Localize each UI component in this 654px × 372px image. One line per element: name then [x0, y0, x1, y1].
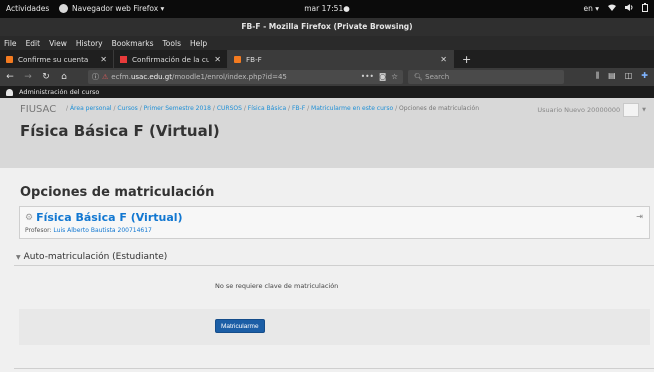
menu-bookmarks[interactable]: Bookmarks — [112, 39, 154, 48]
search-input[interactable]: 🔍︎ Search — [408, 70, 564, 84]
window-title: FB-F - Mozilla Firefox (Private Browsing… — [0, 18, 654, 36]
user-menu[interactable]: Usuario Nuevo 20000000 ▼ — [537, 103, 646, 117]
url-text: ecfm.usac.edu.gt/moodle1/enrol/index.php… — [111, 73, 287, 81]
user-menu-caret-icon[interactable]: ▼ — [642, 107, 646, 113]
forward-arrow-icon[interactable]: → — [22, 72, 34, 82]
search-placeholder: Search — [425, 73, 450, 81]
reload-icon[interactable]: ↻ — [40, 72, 52, 82]
url-bar[interactable]: ⓘ ⚠ ecfm.usac.edu.gt/moodle1/enrol/index… — [88, 70, 403, 84]
tab-title: FB-F — [246, 54, 262, 64]
menu-help[interactable]: Help — [190, 39, 207, 48]
navigation-toolbar: ← → ↻ ⌂ ⓘ ⚠ ecfm.usac.edu.gt/moodle1/enr… — [0, 68, 654, 86]
home-icon[interactable]: ⌂ — [58, 72, 70, 82]
page-header: FIUSAC / Área personal / Cursos / Primer… — [0, 98, 654, 168]
close-tab-icon[interactable]: ✕ — [440, 55, 447, 64]
breadcrumb: / Área personal / Cursos / Primer Semest… — [66, 105, 480, 112]
course-admin-bar[interactable]: Administración del curso — [0, 86, 654, 98]
user-name[interactable]: Usuario Nuevo 20000000 — [537, 106, 620, 114]
tab-confirmacion-cuenta[interactable]: Confirmación de la cuenta ✕ — [114, 50, 228, 68]
self-enrolment-section-toggle[interactable]: ▼ Auto-matriculación (Estudiante) — [16, 252, 167, 262]
mail-favicon-icon — [120, 55, 127, 63]
keyboard-layout-indicator[interactable]: en ▾ — [583, 4, 599, 13]
menu-edit[interactable]: Edit — [26, 39, 41, 48]
breadcrumb-link[interactable]: Matricularme en este curso — [311, 105, 393, 112]
no-key-message: No se requiere clave de matriculación — [215, 282, 339, 290]
main-content: Opciones de matriculación ⚙ Física Básic… — [0, 168, 654, 372]
site-info-icon[interactable]: ⓘ — [92, 72, 99, 82]
network-icon[interactable] — [608, 4, 616, 13]
back-arrow-icon[interactable]: ← — [4, 72, 16, 82]
breadcrumb-link[interactable]: Primer Semestre 2018 — [144, 105, 211, 112]
moodle-favicon-icon — [6, 55, 13, 63]
reader-view-icon[interactable]: ▤ — [608, 71, 616, 81]
breadcrumb-link[interactable]: CURSOS — [217, 105, 242, 112]
collapse-caret-icon[interactable]: ▼ — [16, 254, 21, 261]
breadcrumb-link[interactable]: Área personal — [70, 105, 112, 112]
tab-strip: Confirme su cuenta ✕ Confirmación de la … — [0, 50, 654, 68]
bookmark-star-icon[interactable]: ☆ — [391, 72, 398, 81]
user-icon — [6, 88, 13, 96]
extension-icon[interactable]: ✚ — [641, 71, 648, 81]
insecure-lock-icon[interactable]: ⚠ — [102, 73, 108, 81]
enrol-me-button[interactable]: Matricularme — [215, 319, 265, 333]
teacher-line: Profesor: Luis Alberto Bautista 20071461… — [25, 227, 152, 234]
tab-fb-f[interactable]: FB-F ✕ — [228, 50, 454, 68]
enrolment-options-heading: Opciones de matriculación — [20, 185, 215, 200]
self-enrolment-heading: Auto-matriculación (Estudiante) — [23, 252, 168, 262]
menu-bar: File Edit View History Bookmarks Tools H… — [0, 36, 654, 50]
clock[interactable]: mar 17:51● — [0, 4, 654, 13]
page-title: Física Básica F (Virtual) — [20, 122, 220, 140]
close-tab-icon[interactable]: ✕ — [100, 55, 107, 64]
avatar[interactable] — [623, 103, 640, 117]
course-admin-label[interactable]: Administración del curso — [19, 88, 99, 96]
tab-confirme-cuenta[interactable]: Confirme su cuenta ✕ — [0, 50, 114, 68]
battery-icon[interactable] — [642, 3, 648, 14]
close-tab-icon[interactable]: ✕ — [214, 55, 221, 64]
sidebar-icon[interactable]: ◫ — [625, 71, 633, 81]
new-tab-button[interactable]: + — [454, 50, 479, 68]
page-actions-icon[interactable]: ••• — [361, 72, 374, 81]
breadcrumb-link[interactable]: Cursos — [117, 105, 137, 112]
menu-file[interactable]: File — [4, 39, 17, 48]
teacher-link[interactable]: Luis Alberto Bautista 200714617 — [53, 227, 151, 234]
course-box: ⚙ Física Básica F (Virtual) Profesor: Lu… — [19, 206, 650, 239]
menu-view[interactable]: View — [49, 39, 67, 48]
menu-history[interactable]: History — [76, 39, 103, 48]
volume-icon[interactable] — [625, 4, 633, 13]
course-name-link[interactable]: ⚙ Física Básica F (Virtual) — [25, 211, 183, 224]
teacher-label: Profesor: — [25, 227, 54, 234]
library-icon[interactable]: ⫼ — [595, 71, 599, 81]
course-name[interactable]: Física Básica F (Virtual) — [36, 211, 182, 224]
divider — [14, 265, 654, 266]
breadcrumb-link[interactable]: Física Básica — [248, 105, 286, 112]
menu-tools[interactable]: Tools — [163, 39, 181, 48]
pocket-icon[interactable]: ◙ — [379, 72, 386, 81]
tab-title: Confirmación de la cuenta — [132, 54, 209, 64]
breadcrumb-link[interactable]: FB-F — [292, 105, 305, 112]
enrol-form: Matricularme — [19, 309, 650, 345]
enrol-icon[interactable]: ⇥ — [636, 212, 643, 221]
site-brand[interactable]: FIUSAC — [20, 104, 56, 115]
course-icon: ⚙ — [25, 212, 34, 223]
moodle-favicon-icon — [234, 55, 241, 63]
system-top-bar: Actividades Navegador web Firefox ▾ mar … — [0, 0, 654, 18]
divider — [14, 368, 654, 369]
breadcrumb-current: Opciones de matriculación — [399, 105, 480, 112]
search-icon: 🔍︎ — [414, 73, 423, 81]
tab-title: Confirme su cuenta — [18, 54, 89, 64]
